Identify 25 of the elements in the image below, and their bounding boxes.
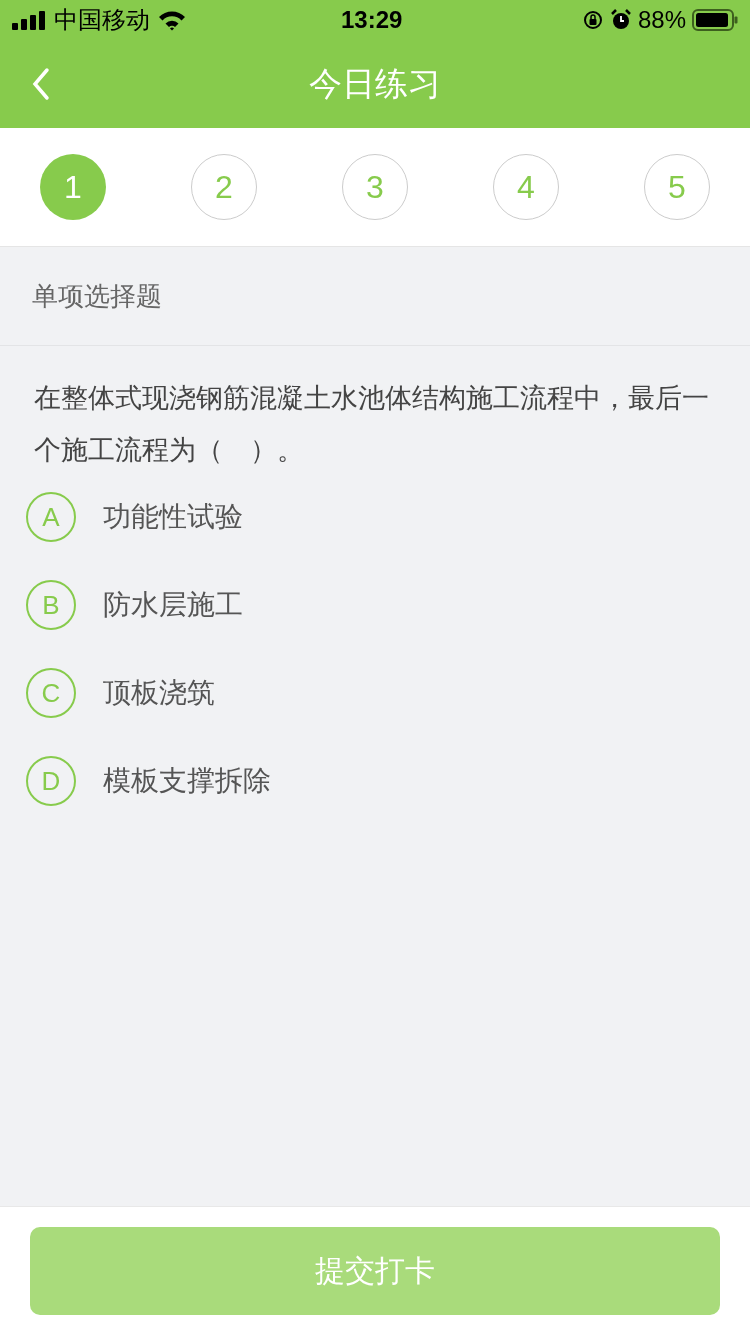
battery-icon	[692, 9, 738, 31]
page-title: 今日练习	[309, 63, 441, 106]
option-text[interactable]: 顶板浇筑	[103, 672, 215, 714]
wifi-icon	[158, 9, 186, 31]
battery-percent: 88%	[637, 5, 686, 35]
option-letter-button[interactable]: D	[26, 756, 76, 806]
carrier-name: 中国移动	[54, 5, 150, 36]
back-icon	[31, 67, 51, 101]
signal-icon	[12, 10, 48, 30]
rotation-lock-icon	[581, 9, 604, 31]
question-type: 单项选择题	[32, 279, 162, 313]
status-time: 13:29	[341, 5, 403, 35]
question-text: 在整体式现浇钢筋混凝土水池体结构施工流程中，最后一个施工流程为（ ）。	[33, 381, 710, 467]
option-letter-button[interactable]: A	[26, 492, 76, 542]
question-number-button[interactable]: 1	[40, 154, 106, 220]
alarm-icon	[609, 9, 632, 31]
option-text[interactable]: 模板支撑拆除	[103, 760, 271, 802]
question-number-button[interactable]: 5	[644, 154, 710, 220]
option-text[interactable]: 功能性试验	[103, 496, 243, 538]
question-number-button[interactable]: 4	[493, 154, 559, 220]
question-number-button[interactable]: 2	[191, 154, 257, 220]
option-text[interactable]: 防水层施工	[103, 584, 243, 626]
option-letter-button[interactable]: C	[26, 668, 76, 718]
option-letter-button[interactable]: B	[26, 580, 76, 630]
question-number-button[interactable]: 3	[342, 154, 408, 220]
